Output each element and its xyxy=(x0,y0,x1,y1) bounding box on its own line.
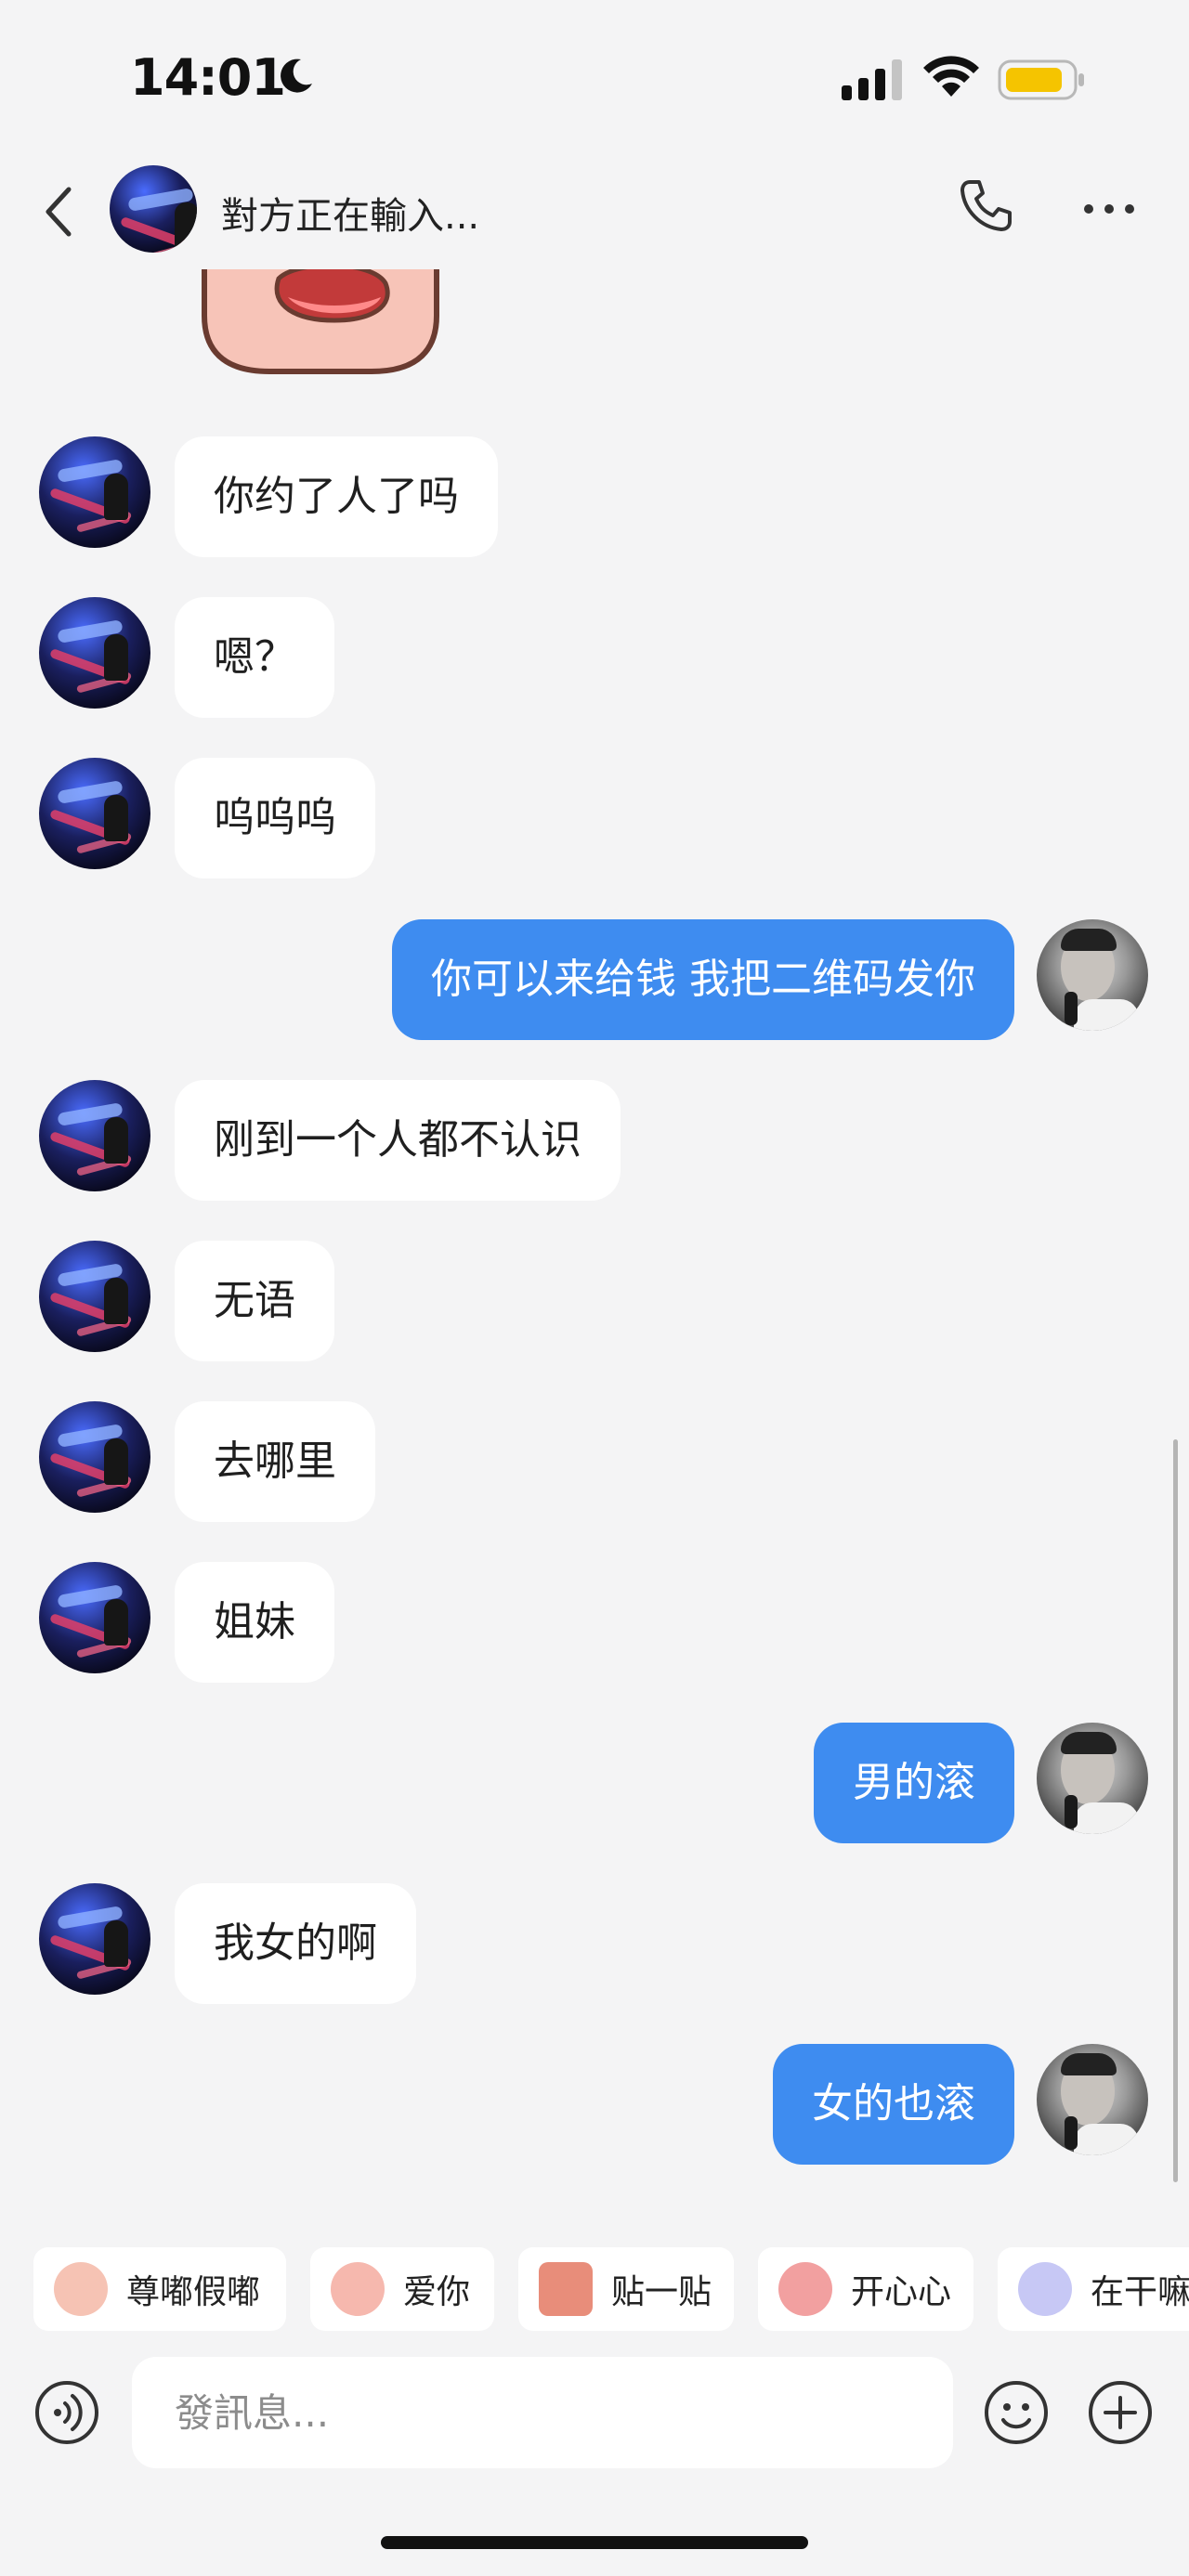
quick-reply-chip[interactable]: 爱你 xyxy=(310,2247,494,2331)
thinking-sticker-icon xyxy=(1018,2262,1072,2316)
couple-sticker-icon xyxy=(539,2262,593,2316)
contact-avatar[interactable] xyxy=(39,597,150,709)
status-bar: 14:01 xyxy=(0,0,1189,149)
contact-avatar[interactable] xyxy=(39,1080,150,1191)
chat-area[interactable]: 你约了人了吗 嗯？ 呜呜呜 你可以来给钱 我把二维码发你 刚到一个人都不认识 无… xyxy=(0,269,1189,2210)
quick-reply-bar[interactable]: 尊嘟假嘟 爱你 贴一贴 开心心 在干嘛 xyxy=(0,2210,1189,2349)
contact-avatar[interactable] xyxy=(39,1241,150,1352)
quick-reply-chip[interactable]: 在干嘛 xyxy=(998,2247,1189,2331)
status-time: 14:01 xyxy=(130,48,286,107)
message-bubble[interactable]: 男的滚 xyxy=(814,1723,1014,1843)
message-bubble[interactable]: 我女的啊 xyxy=(175,1883,416,2004)
home-indicator[interactable] xyxy=(381,2536,808,2549)
typing-status: 對方正在輸入... xyxy=(221,195,480,238)
quick-reply-chip[interactable]: 贴一贴 xyxy=(518,2247,734,2331)
heart-pig-icon xyxy=(778,2262,832,2316)
contact-avatar[interactable] xyxy=(39,1401,150,1513)
message-bubble[interactable]: 你可以来给钱 我把二维码发你 xyxy=(392,919,1014,1040)
emoji-icon[interactable] xyxy=(983,2379,1050,2446)
pig-face-icon xyxy=(331,2262,385,2316)
message-bubble[interactable]: 你约了人了吗 xyxy=(175,436,498,557)
plus-icon[interactable] xyxy=(1087,2379,1154,2446)
message-bubble[interactable]: 呜呜呜 xyxy=(175,758,375,878)
contact-avatar[interactable] xyxy=(110,165,197,253)
message-input[interactable] xyxy=(132,2357,953,2468)
phone-icon[interactable] xyxy=(957,176,1014,234)
quick-reply-chip[interactable]: 尊嘟假嘟 xyxy=(33,2247,286,2331)
more-icon[interactable] xyxy=(1082,195,1136,223)
back-icon[interactable] xyxy=(37,184,84,240)
battery-icon xyxy=(998,59,1084,100)
message-bubble[interactable]: 姐妹 xyxy=(175,1562,334,1683)
contact-avatar[interactable] xyxy=(39,436,150,548)
message-bubble[interactable]: 去哪里 xyxy=(175,1401,375,1522)
my-avatar[interactable] xyxy=(1037,2044,1148,2155)
message-bubble[interactable]: 嗯？ xyxy=(175,597,334,718)
scrollbar[interactable] xyxy=(1173,1439,1178,2182)
my-avatar[interactable] xyxy=(1037,1723,1148,1834)
quick-reply-chip[interactable]: 开心心 xyxy=(758,2247,973,2331)
message-bubble[interactable]: 女的也滚 xyxy=(773,2044,1014,2165)
contact-avatar[interactable] xyxy=(39,1562,150,1673)
my-avatar[interactable] xyxy=(1037,919,1148,1031)
message-bubble[interactable]: 刚到一个人都不认识 xyxy=(175,1080,621,1201)
moon-icon xyxy=(281,59,312,93)
contact-avatar[interactable] xyxy=(39,1883,150,1995)
signal-icon xyxy=(842,59,902,100)
pig-face-icon xyxy=(54,2262,108,2316)
voice-icon[interactable] xyxy=(33,2379,100,2446)
sticker-image xyxy=(202,269,439,374)
message-bubble[interactable]: 无语 xyxy=(175,1241,334,1361)
contact-avatar[interactable] xyxy=(39,758,150,869)
wifi-icon xyxy=(923,56,979,97)
